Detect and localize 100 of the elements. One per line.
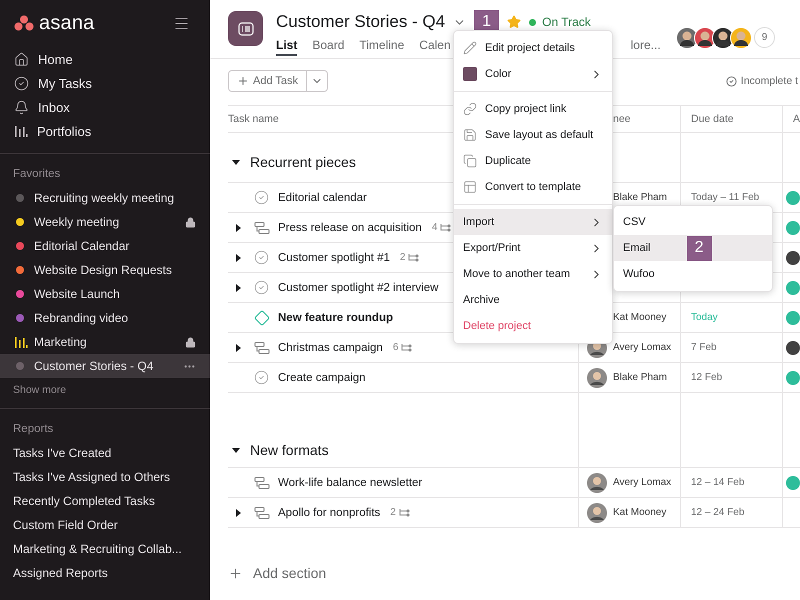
- approval-icon: [254, 476, 270, 490]
- nav-item[interactable]: Portfolios: [0, 119, 210, 143]
- menu-item[interactable]: Wufoo: [614, 261, 772, 287]
- task-name[interactable]: Customer spotlight #1: [278, 252, 390, 264]
- logo-text: asana: [39, 12, 94, 34]
- caret-icon[interactable]: [232, 158, 240, 166]
- home-icon: [14, 52, 29, 66]
- menu-item[interactable]: Edit project details: [454, 35, 612, 61]
- column-header: Due date: [691, 113, 734, 125]
- expand-icon[interactable]: [234, 344, 242, 352]
- task-name[interactable]: Create campaign: [278, 372, 366, 384]
- due-date: 12 – 24 Feb: [691, 507, 744, 518]
- subtask-icon: [440, 223, 452, 232]
- menu-item[interactable]: Duplicate: [454, 148, 612, 174]
- view-tab[interactable]: Board: [312, 38, 344, 56]
- menu-item[interactable]: Move to another team: [454, 261, 612, 287]
- subtask-count: 6: [392, 342, 398, 353]
- report-item[interactable]: Custom Field Order: [0, 513, 210, 537]
- bell-icon: [14, 100, 29, 114]
- section-title: Reports: [12, 422, 54, 437]
- assignee-name: Blake Pham: [613, 192, 667, 203]
- menu-item[interactable]: Email 2: [614, 235, 772, 261]
- section-heading[interactable]: Recurrent pieces: [250, 154, 356, 170]
- menu-item[interactable]: Convert to template: [454, 174, 612, 200]
- subtask-icon: [408, 253, 420, 262]
- menu-item[interactable]: CSV: [614, 209, 772, 235]
- check-circle-icon[interactable]: [254, 280, 269, 295]
- status-label[interactable]: On Track: [529, 15, 591, 29]
- task-name[interactable]: Work-life balance newsletter: [278, 476, 422, 488]
- report-item[interactable]: Marketing & Recruiting Collab...: [0, 537, 210, 561]
- nav-item[interactable]: My Tasks: [0, 71, 210, 95]
- task-name[interactable]: Christmas campaign: [278, 342, 383, 354]
- due-date: 12 – 14 Feb: [691, 477, 744, 488]
- report-item[interactable]: Recently Completed Tasks: [0, 489, 210, 513]
- project-icon: [228, 11, 263, 46]
- project-title: Customer Stories - Q4: [276, 12, 446, 32]
- task-name[interactable]: Apollo for nonprofits: [278, 506, 380, 518]
- task-name[interactable]: Customer spotlight #2 interview: [278, 282, 438, 294]
- view-tab[interactable]: Calen: [419, 38, 451, 56]
- nav-item[interactable]: Home: [0, 47, 210, 71]
- nav-item[interactable]: Inbox: [0, 95, 210, 119]
- report-item[interactable]: Tasks I've Assigned to Others: [0, 465, 210, 489]
- menu-item[interactable]: Save layout as default: [454, 122, 612, 148]
- copy-icon: [463, 154, 477, 168]
- due-date: 7 Feb: [691, 342, 717, 353]
- favorite-item[interactable]: Website Design Requests: [0, 258, 210, 282]
- expand-icon[interactable]: [234, 254, 242, 262]
- check-circle-icon[interactable]: [254, 250, 269, 265]
- expand-icon[interactable]: [234, 224, 242, 232]
- report-item[interactable]: Tasks I've Created: [0, 441, 210, 465]
- due-date: Today – 11 Feb: [691, 192, 760, 203]
- favorite-item[interactable]: Customer Stories - Q4: [0, 354, 210, 378]
- step-badge: 2: [686, 236, 712, 260]
- check-circle-icon: [14, 76, 29, 90]
- approval-icon: [254, 340, 270, 354]
- color-swatch: [463, 67, 477, 81]
- menu-item[interactable]: Archive: [454, 287, 612, 313]
- view-tab[interactable]: List: [276, 38, 298, 56]
- menu-item[interactable]: Import: [454, 209, 612, 235]
- task-name[interactable]: Editorial calendar: [278, 192, 367, 204]
- favorite-item[interactable]: Website Launch: [0, 282, 210, 306]
- menu-item[interactable]: Export/Print: [454, 235, 612, 261]
- due-date: Today: [691, 312, 718, 323]
- save-icon: [463, 128, 477, 142]
- subtask-icon: [401, 343, 412, 352]
- plus-icon: [237, 75, 249, 87]
- check-circle-icon: [726, 76, 737, 86]
- subtask-count: 2: [390, 507, 396, 518]
- due-date: 12 Feb: [691, 372, 722, 383]
- assignee-name: Blake Pham: [613, 372, 667, 383]
- favorite-item[interactable]: Recruiting weekly meeting: [0, 186, 210, 210]
- task-name[interactable]: New feature roundup: [278, 312, 394, 324]
- template-icon: [463, 180, 477, 194]
- view-tab[interactable]: lore...: [630, 38, 661, 56]
- column-header: Task name: [228, 113, 279, 125]
- star-icon[interactable]: [507, 15, 522, 29]
- report-item[interactable]: Assigned Reports: [0, 561, 210, 585]
- column-header: A: [793, 113, 800, 125]
- caret-icon[interactable]: [232, 446, 240, 454]
- favorite-item[interactable]: Editorial Calendar: [0, 234, 210, 258]
- check-circle-icon[interactable]: [254, 370, 269, 385]
- menu-item[interactable]: Delete project: [454, 313, 612, 339]
- avatar: [587, 472, 607, 492]
- expand-icon[interactable]: [234, 284, 242, 292]
- favorite-item[interactable]: Rebranding video: [0, 306, 210, 330]
- filter-button[interactable]: Incomplete t: [726, 75, 798, 87]
- check-circle-icon[interactable]: [254, 190, 269, 205]
- section-heading[interactable]: New formats: [250, 442, 329, 458]
- avatar: [587, 502, 607, 522]
- menu-item[interactable]: Copy project link: [454, 96, 612, 122]
- member-count[interactable]: 9: [754, 27, 775, 48]
- pencil-icon: [463, 41, 477, 55]
- task-name[interactable]: Press release on acquisition: [278, 222, 422, 234]
- bar-chart-icon: [14, 335, 28, 349]
- favorite-item[interactable]: Marketing: [0, 330, 210, 354]
- add-section-link[interactable]: Add section: [228, 565, 800, 581]
- menu-item[interactable]: Color: [454, 61, 612, 87]
- view-tab[interactable]: Timeline: [359, 38, 404, 56]
- favorite-item[interactable]: Weekly meeting: [0, 210, 210, 234]
- expand-icon[interactable]: [234, 508, 242, 516]
